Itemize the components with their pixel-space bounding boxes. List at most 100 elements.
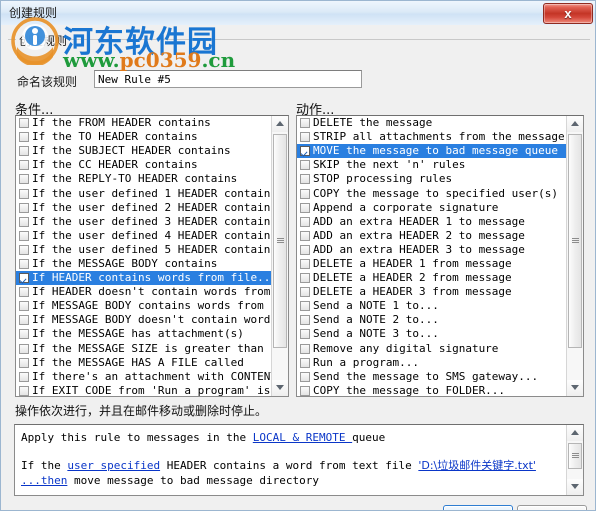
scroll-down-icon[interactable] bbox=[272, 380, 288, 396]
list-item[interactable]: STOP processing rules bbox=[297, 172, 566, 186]
checkbox-icon[interactable] bbox=[300, 301, 310, 312]
checkbox-icon[interactable] bbox=[19, 216, 29, 227]
list-item[interactable]: ADD an extra HEADER 3 to message bbox=[297, 243, 566, 257]
list-item[interactable]: Append a corporate signature bbox=[297, 201, 566, 215]
conditions-listbox[interactable]: If the FROM HEADER contains If the TO HEA… bbox=[15, 115, 289, 397]
checkbox-icon[interactable] bbox=[300, 118, 310, 129]
list-item[interactable]: If there's an attachment with CONTENT-TY bbox=[16, 370, 271, 384]
checkbox-icon[interactable] bbox=[19, 258, 29, 269]
list-item[interactable]: If the MESSAGE HAS A FILE called bbox=[16, 356, 271, 370]
checkbox-icon[interactable] bbox=[300, 160, 310, 171]
list-item[interactable]: DELETE the message bbox=[297, 116, 566, 130]
list-item[interactable]: If the MESSAGE SIZE is greater than bbox=[16, 342, 271, 356]
checkbox-icon[interactable] bbox=[300, 188, 310, 199]
checkbox-icon[interactable] bbox=[300, 287, 310, 298]
checkbox-icon[interactable] bbox=[19, 371, 29, 382]
scrollbar-thumb[interactable] bbox=[568, 134, 582, 348]
checkbox-icon[interactable] bbox=[19, 160, 29, 171]
checkbox-icon[interactable] bbox=[19, 188, 29, 199]
list-item[interactable]: If the user defined 5 HEADER contains bbox=[16, 243, 271, 257]
list-item[interactable]: If the MESSAGE BODY contains bbox=[16, 257, 271, 271]
list-item[interactable]: DELETE a HEADER 3 from message bbox=[297, 285, 566, 299]
close-button[interactable]: x bbox=[543, 3, 593, 24]
checkbox-icon[interactable] bbox=[19, 329, 29, 340]
list-item[interactable]: DELETE a HEADER 1 from message bbox=[297, 257, 566, 271]
checkbox-icon[interactable] bbox=[300, 258, 310, 269]
list-item[interactable]: MOVE the message to bad message queue bbox=[297, 144, 566, 159]
checkbox-icon[interactable] bbox=[300, 244, 310, 255]
list-item[interactable]: If the FROM HEADER contains bbox=[16, 116, 271, 130]
checkbox-icon[interactable] bbox=[19, 385, 29, 396]
checkbox-icon[interactable] bbox=[300, 315, 310, 326]
scroll-up-icon[interactable] bbox=[567, 116, 583, 132]
checkbox-icon[interactable] bbox=[300, 216, 310, 227]
text-file-link[interactable]: 'D:\垃圾邮件关键字.txt' bbox=[418, 459, 536, 472]
list-item[interactable]: If the user defined 1 HEADER contains bbox=[16, 186, 271, 200]
then-link[interactable]: ...then bbox=[21, 474, 67, 487]
cancel-button[interactable]: 取消 bbox=[517, 505, 587, 510]
checkbox-icon[interactable] bbox=[19, 343, 29, 354]
list-item[interactable]: SKIP the next 'n' rules bbox=[297, 158, 566, 172]
actions-scrollbar[interactable] bbox=[566, 116, 583, 396]
rule-description-box[interactable]: Apply this rule to messages in the LOCAL… bbox=[14, 424, 584, 496]
list-item[interactable]: If MESSAGE BODY contains words from file bbox=[16, 299, 271, 313]
actions-rows[interactable]: DELETE the message STRIP all attachments … bbox=[297, 116, 566, 396]
checkbox-icon[interactable] bbox=[300, 132, 310, 143]
list-item[interactable]: Remove any digital signature bbox=[297, 342, 566, 356]
checkbox-checked-icon[interactable] bbox=[300, 146, 310, 157]
list-item[interactable]: If the MESSAGE has attachment(s) bbox=[16, 327, 271, 341]
checkbox-icon[interactable] bbox=[300, 357, 310, 368]
checkbox-icon[interactable] bbox=[300, 343, 310, 354]
checkbox-icon[interactable] bbox=[300, 371, 310, 382]
checkbox-icon[interactable] bbox=[300, 174, 310, 185]
list-item[interactable]: STRIP all attachments from the message bbox=[297, 130, 566, 144]
list-item[interactable]: If MESSAGE BODY doesn't contain words fr bbox=[16, 313, 271, 327]
scroll-down-icon[interactable] bbox=[567, 380, 583, 396]
checkbox-icon[interactable] bbox=[19, 287, 29, 298]
list-item[interactable]: If the user defined 2 HEADER contains bbox=[16, 201, 271, 215]
scroll-down-icon[interactable] bbox=[567, 479, 583, 495]
list-item[interactable]: If the user defined 4 HEADER contains bbox=[16, 229, 271, 243]
checkbox-icon[interactable] bbox=[19, 230, 29, 241]
list-item[interactable]: Send a NOTE 2 to... bbox=[297, 313, 566, 327]
list-item[interactable]: Send a NOTE 1 to... bbox=[297, 299, 566, 313]
list-item[interactable]: Send the message to SMS gateway... bbox=[297, 370, 566, 384]
scroll-up-icon[interactable] bbox=[567, 425, 583, 441]
list-item[interactable]: ADD an extra HEADER 1 to message bbox=[297, 215, 566, 229]
scrollbar-thumb[interactable] bbox=[568, 443, 582, 469]
checkbox-icon[interactable] bbox=[19, 202, 29, 213]
checkbox-icon[interactable] bbox=[300, 385, 310, 396]
list-item[interactable]: Send a NOTE 3 to... bbox=[297, 327, 566, 341]
list-item[interactable]: If the CC HEADER contains bbox=[16, 158, 271, 172]
queue-link[interactable]: LOCAL & REMOTE bbox=[253, 431, 352, 444]
list-item[interactable]: If the SUBJECT HEADER contains bbox=[16, 144, 271, 158]
checkbox-icon[interactable] bbox=[19, 244, 29, 255]
user-specified-link[interactable]: user specified bbox=[67, 459, 160, 472]
checkbox-icon[interactable] bbox=[19, 146, 29, 157]
list-item[interactable]: Run a program... bbox=[297, 356, 566, 370]
checkbox-icon[interactable] bbox=[300, 202, 310, 213]
rule-name-input[interactable] bbox=[94, 70, 362, 88]
list-item[interactable]: DELETE a HEADER 2 from message bbox=[297, 271, 566, 285]
actions-listbox[interactable]: DELETE the message STRIP all attachments … bbox=[296, 115, 584, 397]
conditions-scrollbar[interactable] bbox=[271, 116, 288, 396]
checkbox-icon[interactable] bbox=[19, 357, 29, 368]
scroll-up-icon[interactable] bbox=[272, 116, 288, 132]
list-item[interactable]: If HEADER doesn't contain words from fil bbox=[16, 285, 271, 299]
description-scrollbar[interactable] bbox=[566, 425, 583, 495]
list-item[interactable]: ADD an extra HEADER 2 to message bbox=[297, 229, 566, 243]
list-item[interactable]: If the user defined 3 HEADER contains bbox=[16, 215, 271, 229]
ok-button[interactable]: 确定 bbox=[443, 505, 513, 510]
checkbox-icon[interactable] bbox=[19, 301, 29, 312]
list-item[interactable]: If the REPLY-TO HEADER contains bbox=[16, 172, 271, 186]
checkbox-checked-icon[interactable] bbox=[19, 273, 29, 284]
checkbox-icon[interactable] bbox=[300, 273, 310, 284]
checkbox-icon[interactable] bbox=[19, 132, 29, 143]
list-item[interactable]: If HEADER contains words from file... bbox=[16, 271, 271, 286]
checkbox-icon[interactable] bbox=[19, 118, 29, 129]
list-item[interactable]: COPY the message to specified user(s) bbox=[297, 186, 566, 200]
checkbox-icon[interactable] bbox=[300, 329, 310, 340]
scrollbar-thumb[interactable] bbox=[273, 134, 287, 348]
list-item[interactable]: COPY the message to FOLDER... bbox=[297, 384, 566, 396]
list-item[interactable]: If the TO HEADER contains bbox=[16, 130, 271, 144]
